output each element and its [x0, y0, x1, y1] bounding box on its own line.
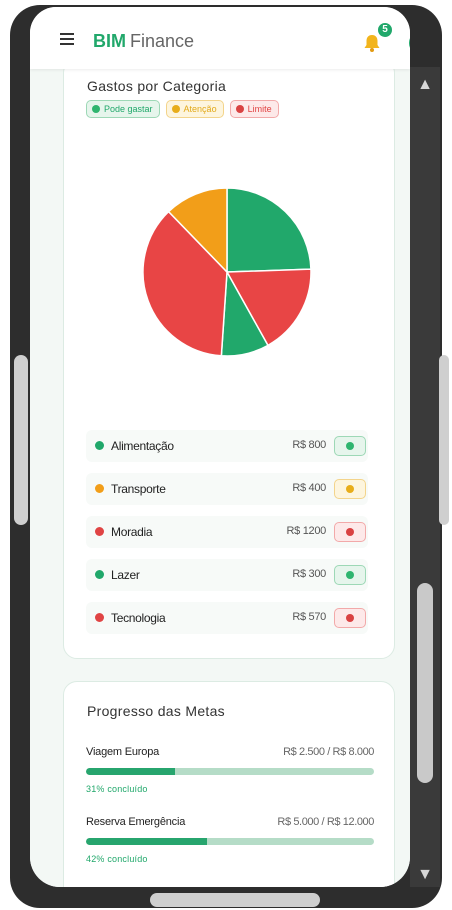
category-status-badge [334, 522, 366, 542]
app-header: BIMFinance 5 B [30, 7, 410, 69]
goal-value: R$ 2.500 / R$ 8.000 [283, 746, 374, 758]
goal-progress-track [86, 838, 374, 845]
brand-bold: BIM [93, 31, 126, 51]
status-dot-icon [346, 571, 354, 579]
red-dot-icon [235, 105, 244, 113]
category-name: Transporte [111, 482, 166, 496]
home-indicator[interactable] [150, 893, 320, 907]
goal-progress-track [86, 768, 374, 775]
category-color-dot-icon [95, 527, 104, 536]
scroll-up-arrow-icon[interactable]: ▲ [415, 75, 435, 95]
brand-logo: BIM Finance [93, 31, 194, 52]
category-amount: R$ 300 [292, 568, 326, 580]
yellow-dot-icon [171, 105, 180, 113]
category-name: Lazer [111, 568, 140, 582]
goals-card-title: Progresso das Metas [87, 703, 225, 719]
avatar[interactable]: B [409, 31, 410, 55]
category-status-badge [334, 565, 366, 585]
category-card-title: Gastos por Categoria [87, 78, 227, 94]
category-row[interactable]: Lazer R$ 300 [86, 559, 368, 591]
category-row[interactable]: Tecnologia R$ 570 [86, 602, 368, 634]
category-color-dot-icon [95, 484, 104, 493]
brand-rest: Finance [130, 31, 195, 51]
category-row[interactable]: Alimentação R$ 800 [86, 430, 368, 462]
legend-label: Pode gastar [104, 104, 153, 114]
status-legend: Pode gastar Atenção Limite [86, 100, 279, 118]
category-status-badge [334, 479, 366, 499]
goal-name: Viagem Europa [86, 746, 160, 758]
category-color-dot-icon [95, 441, 104, 450]
goal-value: R$ 5.000 / R$ 12.000 [277, 816, 374, 828]
status-dot-icon [346, 442, 354, 450]
category-row[interactable]: Moradia R$ 1200 [86, 516, 368, 548]
hamburger-icon[interactable] [60, 33, 74, 45]
pie-slice-alimentação[interactable] [226, 187, 312, 273]
category-name: Tecnologia [111, 611, 166, 625]
category-name: Moradia [111, 525, 153, 539]
scrollbar-thumb[interactable] [417, 583, 433, 783]
right-side-handle [439, 355, 449, 525]
goal-progress-fill [86, 768, 176, 775]
goal-percent-label: 31% concluído [86, 784, 148, 794]
legend-label: Atenção [183, 104, 217, 114]
category-spending-card: Gastos por Categoria Pode gastar Atenção… [63, 59, 395, 659]
goal-value: R$ 15.000 / R$ 40.000 [272, 886, 375, 887]
main-content: Gastos por Categoria Pode gastar Atenção… [30, 59, 410, 887]
goals-progress-card: Progresso das Metas Viagem Europa R$ 2.50… [63, 681, 395, 887]
category-status-badge [334, 436, 366, 456]
scroll-down-arrow-icon[interactable]: ▼ [415, 865, 435, 885]
category-amount: R$ 570 [292, 611, 326, 623]
category-amount: R$ 1200 [286, 525, 327, 537]
status-dot-icon [346, 614, 354, 622]
goal-progress-fill [86, 838, 207, 845]
category-color-dot-icon [95, 570, 104, 579]
left-side-handle [14, 355, 28, 525]
status-dot-icon [346, 485, 354, 493]
phone-frame: Gastos por Categoria Pode gastar Atenção… [10, 5, 442, 908]
category-color-dot-icon [95, 613, 104, 622]
status-dot-icon [346, 528, 354, 536]
legend-label: Limite [247, 104, 272, 114]
legend-attention: Atenção [165, 100, 224, 118]
legend-can-spend: Pode gastar [86, 100, 160, 118]
goal-percent-label: 42% concluído [86, 854, 148, 864]
category-name: Alimentação [111, 439, 174, 453]
category-status-badge [334, 608, 366, 628]
category-list: Alimentação R$ 800 Transporte R$ 400 Moradia… [86, 430, 368, 645]
category-pie-chart[interactable] [137, 182, 317, 362]
legend-limit: Limite [229, 100, 279, 118]
app-screen: Gastos por Categoria Pode gastar Atenção… [30, 7, 410, 887]
category-row[interactable]: Transporte R$ 400 [86, 473, 368, 505]
category-amount: R$ 800 [292, 439, 326, 451]
green-dot-icon [92, 105, 100, 113]
goal-name: Reserva Emergência [86, 816, 186, 828]
category-amount: R$ 400 [292, 482, 326, 494]
goal-name: Novo Carro [86, 886, 140, 887]
notification-badge: 5 [376, 21, 394, 39]
